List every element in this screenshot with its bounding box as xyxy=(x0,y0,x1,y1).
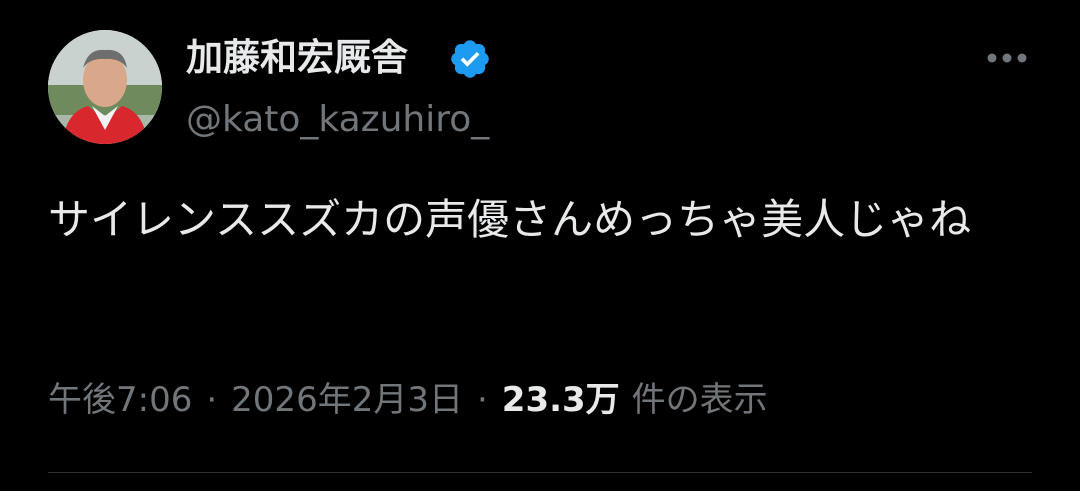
separator: · xyxy=(206,380,218,420)
tweet-metadata: 午後7:06 · 2026年2月3日 · 23.3万 件の表示 xyxy=(48,374,768,426)
author-handle[interactable]: @kato_kazuhiro_ xyxy=(186,96,489,144)
tweet-text: サイレンススズカの声優さんめっちゃ美人じゃね xyxy=(48,195,972,244)
person-photo-avatar-icon xyxy=(48,30,162,144)
divider xyxy=(48,472,1032,473)
tweet-card: 加藤和宏厩舎 @kato_kazuhiro_ サイレンススズカの声優さんめっちゃ… xyxy=(0,0,1080,491)
author-display-name[interactable]: 加藤和宏厩舎 xyxy=(186,34,408,82)
verified-badge-icon xyxy=(451,40,489,78)
author-avatar[interactable] xyxy=(48,30,162,144)
tweet-date[interactable]: 2026年2月3日 xyxy=(231,380,463,420)
separator: · xyxy=(476,380,488,420)
more-options-icon[interactable] xyxy=(982,40,1032,76)
views-count[interactable]: 23.3万 xyxy=(502,380,620,420)
tweet-time[interactable]: 午後7:06 xyxy=(48,380,192,420)
views-label: 件の表示 xyxy=(631,380,768,420)
